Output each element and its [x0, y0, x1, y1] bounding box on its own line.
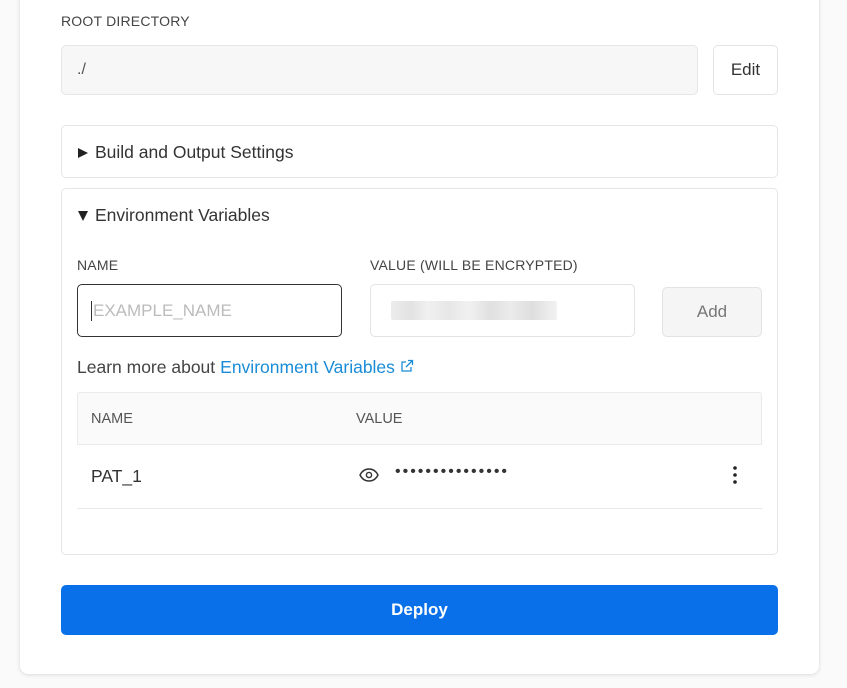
env-name-placeholder: EXAMPLE_NAME	[93, 300, 232, 320]
environment-variables-toggle[interactable]: Environment Variables	[78, 205, 270, 226]
column-header-name: NAME	[91, 411, 133, 427]
env-value-label: VALUE (WILL BE ENCRYPTED)	[370, 257, 578, 273]
collapse-triangle-icon	[78, 210, 88, 221]
build-output-settings-section[interactable]: Build and Output Settings	[61, 125, 778, 178]
env-name-input[interactable]: EXAMPLE_NAME	[77, 284, 342, 337]
env-table-header: NAME VALUE	[77, 392, 762, 445]
add-env-var-button[interactable]: Add	[662, 287, 762, 337]
learn-more-text: Learn more about Environment Variables	[77, 357, 414, 378]
root-directory-value: ./	[77, 61, 86, 78]
more-options-icon[interactable]	[731, 465, 739, 490]
redacted-value	[391, 301, 557, 320]
build-output-settings-toggle[interactable]: Build and Output Settings	[78, 142, 293, 163]
edit-root-directory-button[interactable]: Edit	[713, 45, 778, 95]
learn-more-prefix: Learn more about	[77, 357, 216, 377]
expand-triangle-icon	[78, 147, 88, 158]
column-header-value: VALUE	[356, 411, 403, 427]
env-value-input[interactable]	[370, 284, 635, 337]
external-link-icon[interactable]	[400, 357, 414, 378]
env-var-masked-value: •••••••••••••••	[395, 463, 510, 480]
deploy-button[interactable]: Deploy	[61, 585, 778, 635]
env-name-label: NAME	[77, 257, 119, 273]
table-row: PAT_1 •••••••••••••••	[77, 445, 762, 509]
eye-icon[interactable]	[359, 467, 379, 488]
text-caret	[91, 300, 92, 321]
environment-variables-link[interactable]: Environment Variables	[220, 357, 395, 378]
root-directory-label: ROOT DIRECTORY	[61, 13, 190, 29]
build-output-settings-title: Build and Output Settings	[95, 142, 294, 162]
environment-variables-title: Environment Variables	[95, 205, 270, 225]
root-directory-field: ./	[61, 45, 698, 95]
env-var-name: PAT_1	[91, 466, 142, 486]
